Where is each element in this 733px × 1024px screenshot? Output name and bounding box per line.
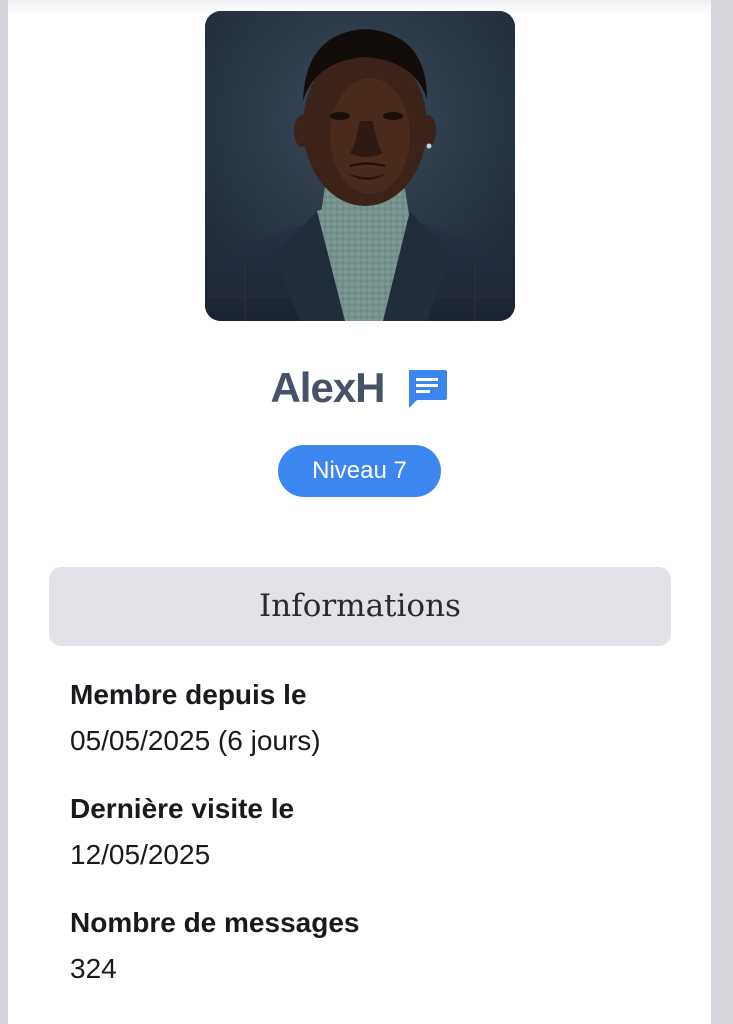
info-item-message-count: Nombre de messages 324 — [70, 900, 670, 1014]
info-label: Dernière visite le — [70, 793, 295, 824]
avatar-photo — [205, 11, 515, 321]
chat-message-icon[interactable] — [405, 366, 449, 410]
username: AlexH — [270, 364, 385, 411]
page-background-right — [711, 0, 733, 1024]
info-value: 12/05/2025 — [70, 839, 211, 870]
info-item-last-visit: Dernière visite le 12/05/2025 — [70, 786, 670, 900]
avatar[interactable] — [205, 11, 515, 321]
info-list: Membre depuis le 05/05/2025 (6 jours) De… — [70, 672, 670, 1014]
level-badge: Niveau 7 — [278, 445, 441, 497]
info-section-header: Informations — [49, 567, 671, 646]
info-label: Membre depuis le — [70, 679, 307, 710]
info-label: Nombre de messages — [70, 907, 360, 938]
info-value: 324 — [70, 953, 117, 984]
username-row: AlexH — [8, 358, 711, 418]
page-background-left — [0, 0, 8, 1024]
info-item-member-since: Membre depuis le 05/05/2025 (6 jours) — [70, 672, 670, 786]
info-value: 05/05/2025 (6 jours) — [70, 725, 321, 756]
profile-card: AlexH Niveau 7 Informations Membre depui… — [8, 0, 711, 1024]
